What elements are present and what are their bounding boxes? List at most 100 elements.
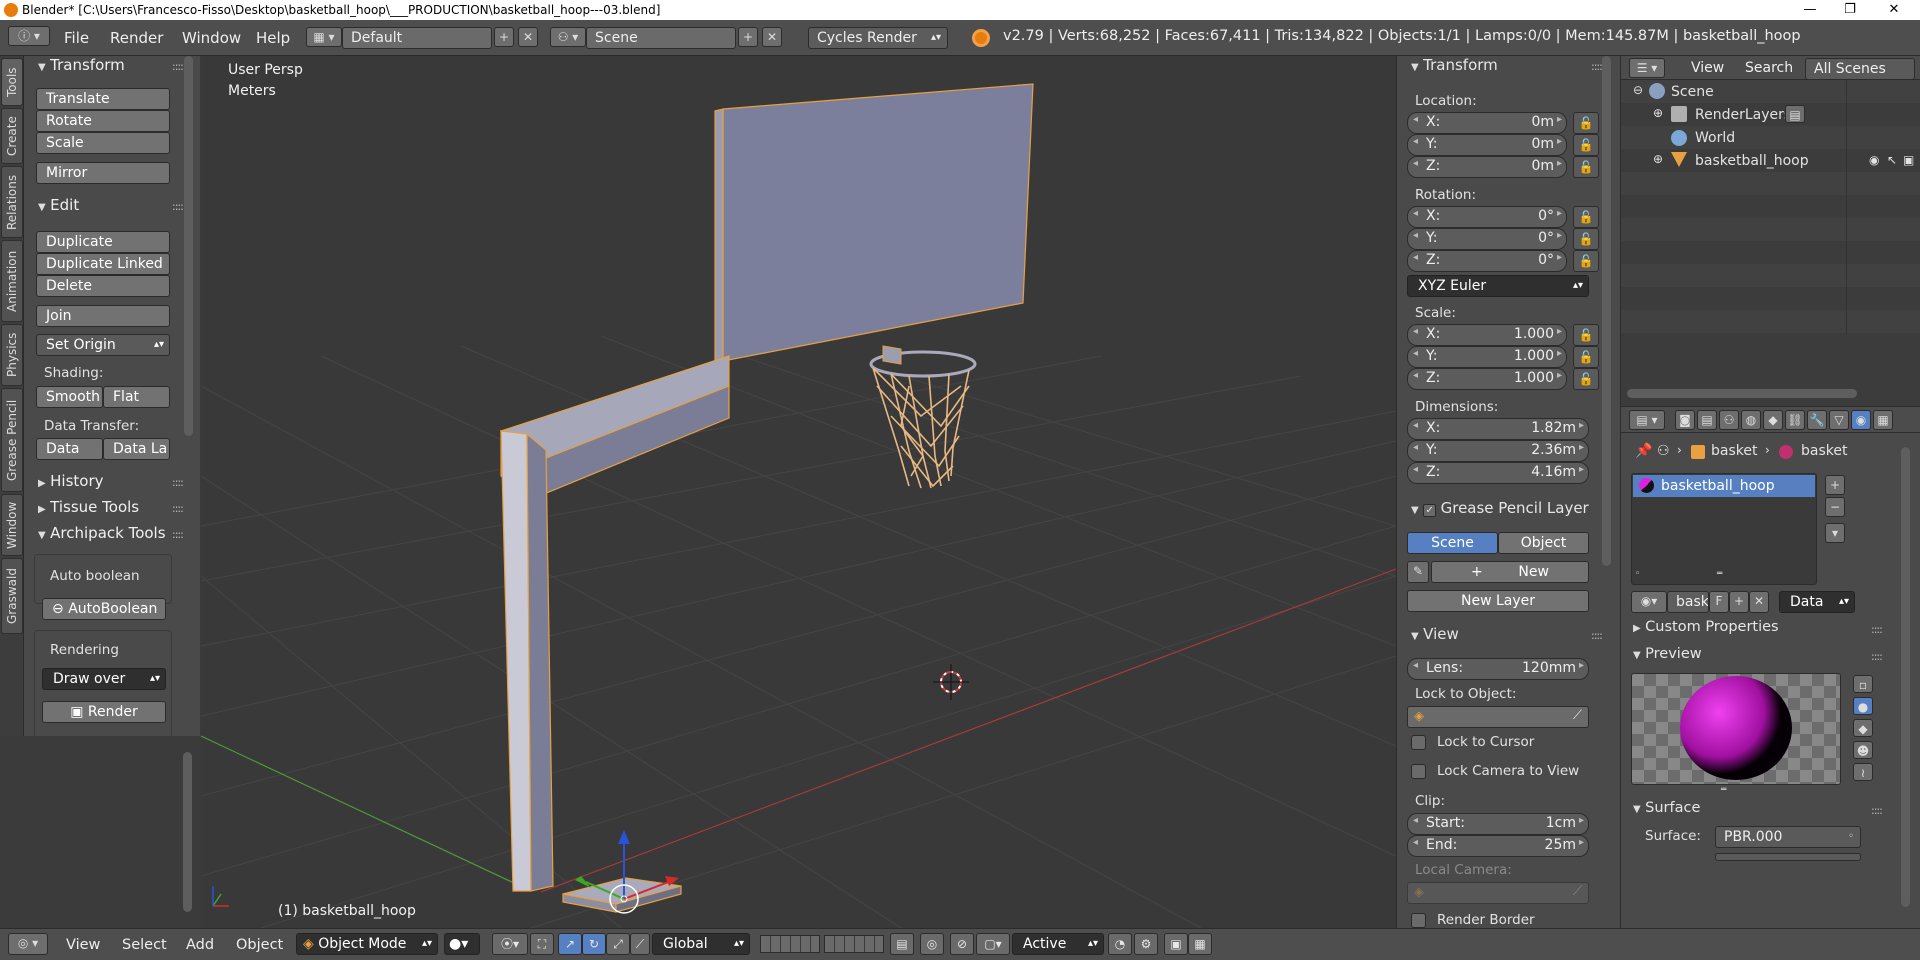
rotation-z-field[interactable]: ◂ Z: 0° ▸ — [1407, 250, 1567, 272]
tab-create[interactable]: Create — [1, 108, 23, 164]
tab-animation[interactable]: Animation — [1, 240, 23, 322]
tissue-tools-panel-header[interactable]: ▶ Tissue Tools — [38, 498, 139, 516]
modifiers-context-icon[interactable]: 🔧 — [1807, 410, 1827, 430]
fake-user-button[interactable]: F — [1709, 591, 1729, 613]
custom-properties-header[interactable]: ▶ Custom Properties — [1633, 619, 1779, 635]
rotation-mode-dropdown[interactable]: XYZ Euler ▴▾ — [1407, 275, 1589, 297]
preview-panel-header[interactable]: ▼ Preview — [1633, 646, 1702, 662]
panel-grip-icon[interactable]: :::: — [172, 528, 184, 541]
dimension-y-field[interactable]: ◂ Y: 2.36m ▸ — [1407, 440, 1589, 462]
world-context-icon[interactable]: ◍ — [1741, 410, 1761, 430]
preview-resize-grip-icon[interactable]: ═ — [1721, 785, 1726, 795]
unlink-material-icon[interactable]: ✕ — [1749, 591, 1769, 613]
remove-screen-icon[interactable]: ✕ — [518, 27, 538, 47]
scale-button[interactable]: Scale — [36, 132, 170, 154]
3d-viewport[interactable]: User Persp Meters (1) basketball_hoop — [201, 56, 1396, 928]
constraints-context-icon[interactable]: ⛓ — [1785, 410, 1805, 430]
snap-target-dropdown[interactable]: Active ▴▾ — [1012, 933, 1104, 955]
smooth-button[interactable]: Smooth — [36, 386, 103, 408]
duplicate-linked-button[interactable]: Duplicate Linked — [36, 253, 170, 275]
tab-relations[interactable]: Relations — [1, 166, 23, 238]
snap-toggle-icon[interactable]: ⊘ — [950, 933, 974, 955]
gp-new-button[interactable]: + New — [1431, 561, 1589, 583]
material-name-field[interactable]: bask — [1667, 591, 1709, 613]
data-context-icon[interactable]: ▽ — [1829, 410, 1849, 430]
auto-boolean-button[interactable]: ⊖ AutoBoolean — [42, 598, 166, 620]
dimension-x-field[interactable]: ◂ X: 1.82m ▸ — [1407, 418, 1589, 440]
dimension-z-field[interactable]: ◂ Z: 4.16m ▸ — [1407, 462, 1589, 484]
render-engine-dropdown[interactable]: Cycles Render ▴▾ — [808, 27, 948, 49]
mirror-button[interactable]: Mirror — [36, 162, 170, 184]
flat-button[interactable]: Flat — [103, 386, 170, 408]
snap-element-icon[interactable]: ▢▾ — [976, 933, 1010, 955]
preview-cube-icon[interactable]: ◆ — [1853, 719, 1873, 737]
expand-object-icon[interactable]: ⊕ — [1653, 152, 1663, 166]
scene-field[interactable]: Scene — [586, 27, 736, 49]
editor-type-info-icon[interactable]: ⓘ ▾ — [8, 26, 50, 46]
transform-panel-header[interactable]: ▼ Transform — [38, 56, 125, 74]
menu-file[interactable]: File — [64, 26, 89, 50]
outliner-item-world[interactable]: World — [1695, 130, 1735, 146]
menu-add[interactable]: Add — [186, 933, 214, 957]
translate-button[interactable]: Translate — [36, 88, 170, 110]
render-button[interactable]: ▣ Render — [42, 701, 166, 723]
hoop-rim[interactable] — [869, 345, 977, 378]
view-panel-header[interactable]: ▼ View — [1411, 625, 1459, 643]
scale-y-field[interactable]: ◂ Y: 1.000 ▸ — [1407, 346, 1567, 368]
join-button[interactable]: Join — [36, 305, 170, 327]
gp-layer-checkbox[interactable]: ✓ — [1423, 504, 1437, 517]
filter-icon[interactable]: ⚙ — [1134, 933, 1158, 955]
minimize-button[interactable]: — — [1790, 0, 1830, 20]
opengl-animation-icon[interactable]: ▦ — [1188, 933, 1212, 955]
gp-scene-tab[interactable]: Scene — [1407, 532, 1498, 554]
texture-context-icon[interactable]: ▦ — [1873, 410, 1893, 430]
viewport-shading-dropdown[interactable]: ●▾ — [444, 933, 480, 955]
screen-layout-field[interactable]: Default — [342, 27, 492, 49]
menu-render[interactable]: Render — [110, 26, 163, 50]
pencil-icon[interactable]: ✎ — [1407, 561, 1429, 583]
layers-grid-a[interactable] — [760, 935, 820, 953]
panel-grip-icon[interactable]: :::: — [172, 502, 184, 515]
scene-context-icon[interactable]: ⚇ — [1719, 410, 1739, 430]
location-y-field[interactable]: ◂ Y: 0m ▸ — [1407, 134, 1567, 156]
object-context-icon[interactable]: ◆ — [1763, 410, 1783, 430]
outliner-item-scene[interactable]: Scene — [1671, 84, 1714, 100]
lock-location-z-icon[interactable]: 🔓 — [1573, 156, 1599, 178]
visibility-eye-icon[interactable]: ◉ — [1869, 153, 1879, 167]
transform-orientation-dropdown[interactable]: Global ▴▾ — [652, 933, 750, 955]
menu-help[interactable]: Help — [256, 26, 290, 50]
menu-object[interactable]: Object — [236, 933, 283, 957]
preview-flat-icon[interactable]: ▫ — [1853, 675, 1873, 693]
outliner-item-basketball-hoop[interactable]: basketball_hoop — [1695, 153, 1809, 169]
eyedropper-icon[interactable]: ⟋ — [1573, 884, 1582, 899]
material-context-icon[interactable]: ◉ — [1851, 410, 1871, 430]
tab-grease-pencil[interactable]: Grease Pencil — [1, 388, 23, 492]
surface-panel-header[interactable]: ▼ Surface — [1633, 800, 1700, 816]
outliner-h-scrollbar[interactable] — [1627, 389, 1857, 398]
lock-to-cursor-checkbox[interactable] — [1411, 735, 1426, 750]
panel-grip-icon[interactable]: :::: — [1871, 804, 1883, 817]
manipulator-toggle-icon[interactable]: ⛶ — [530, 933, 554, 955]
mode-dropdown[interactable]: ◈ Object Mode ▴▾ — [296, 933, 438, 955]
snap-target-icon[interactable]: ⟋ — [630, 933, 650, 955]
panel-grip-icon[interactable]: :::: — [172, 476, 184, 489]
location-z-field[interactable]: ◂ Z: 0m ▸ — [1407, 156, 1567, 178]
n-transform-header[interactable]: ▼ Transform — [1411, 56, 1498, 74]
panel-grip-icon[interactable]: :::: — [172, 60, 184, 73]
menu-window[interactable]: Window — [182, 26, 241, 50]
location-x-field[interactable]: ◂ X: 0m ▸ — [1407, 112, 1567, 134]
gp-object-tab[interactable]: Object — [1498, 532, 1589, 554]
menu-view[interactable]: View — [66, 933, 100, 957]
sidebar-scrollbar[interactable] — [1602, 56, 1611, 566]
panel-grip-icon[interactable]: :::: — [1871, 623, 1883, 636]
selectable-arrow-icon[interactable]: ↖ — [1887, 153, 1897, 167]
list-filter-icon[interactable]: ◦ — [1635, 569, 1640, 579]
scale-z-field[interactable]: ◂ Z: 1.000 ▸ — [1407, 368, 1567, 390]
render-preview-icon[interactable]: ◔ — [1108, 933, 1132, 955]
preview-monkey-icon[interactable]: ☻ — [1853, 741, 1873, 759]
data-transfer-button[interactable]: Data — [36, 438, 103, 460]
gp-new-layer-button[interactable]: New Layer — [1407, 590, 1589, 612]
lock-rotation-x-icon[interactable]: 🔓 — [1573, 206, 1599, 228]
render-layers-context-icon[interactable]: ▤ — [1697, 410, 1717, 430]
add-material-slot-icon[interactable]: + — [1825, 475, 1845, 495]
